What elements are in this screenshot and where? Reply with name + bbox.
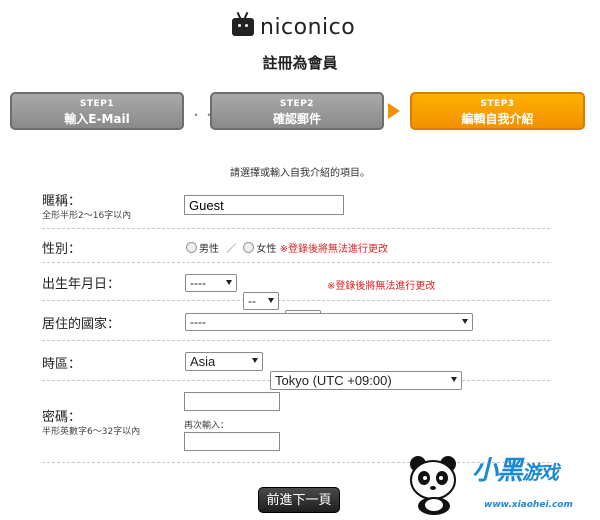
password-input[interactable] xyxy=(184,392,280,411)
birthday-warning: ※登錄後將無法進行更改 xyxy=(327,281,436,292)
page-title: 註冊為會員 xyxy=(262,54,338,72)
nickname-input[interactable] xyxy=(184,195,344,215)
watermark-title-b: 游戏 xyxy=(522,462,559,484)
password-confirm-input[interactable] xyxy=(184,432,280,451)
next-page-button[interactable]: 前進下一頁 xyxy=(258,487,340,513)
tv-icon xyxy=(232,18,254,36)
timezone-row: 時區： Asia Tokyo (UTC +09:00) xyxy=(42,340,550,390)
password-note: 半形英數字6～32字以內 xyxy=(42,427,141,437)
country-row: 居住的國家： ---- xyxy=(42,300,550,341)
birthday-row: 出生年月日： ---- -- -- ※登錄後將無法進行更改 xyxy=(42,262,550,328)
password-confirm-label: 再次輸入： xyxy=(184,421,230,431)
nickname-note: 全形半形2～16字以內 xyxy=(42,211,132,221)
step-2: STEP2 確認郵件 xyxy=(210,92,384,130)
step-3: STEP3 編輯自我介紹 xyxy=(410,92,585,130)
country-value: ---- xyxy=(190,315,206,329)
gender-label: 性別： xyxy=(42,242,82,257)
panda-mascot-icon xyxy=(410,456,456,515)
country-label: 居住的國家： xyxy=(42,317,121,332)
step-2-number: STEP2 xyxy=(279,99,315,109)
birthday-label: 出生年月日： xyxy=(42,277,121,292)
country-select[interactable]: ---- xyxy=(185,313,473,331)
gender-row: 性別： 男性 ／ 女性 ※登錄後將無法進行更改 xyxy=(42,228,550,263)
watermark-title-a: 小黑 xyxy=(472,456,523,486)
step-progress: STEP1 輸入E-Mail ・・・ STEP2 確認郵件 STEP3 編輯自我… xyxy=(10,92,588,132)
watermark-url: www.xiaohei.com xyxy=(484,500,573,510)
step-2-label: 確認郵件 xyxy=(272,112,321,126)
gender-warning: ※登錄後將無法進行更改 xyxy=(279,244,388,255)
birth-year-select[interactable]: ---- xyxy=(185,274,237,292)
timezone-label: 時區： xyxy=(42,357,82,372)
site-watermark: 小黑游戏 www.xiaohei.com xyxy=(404,446,600,520)
step-1-label: 輸入E-Mail xyxy=(64,112,130,126)
step-3-label: 編輯自我介紹 xyxy=(461,112,534,126)
timezone-region-select[interactable]: Asia xyxy=(185,352,263,371)
logo-wordmark: niconico xyxy=(260,14,356,40)
form-instruction: 請選擇或輸入自我介紹的項目。 xyxy=(230,168,370,179)
chevron-down-icon xyxy=(252,358,258,363)
chevron-down-icon xyxy=(226,280,232,285)
step-3-number: STEP3 xyxy=(480,99,515,109)
watermark-title: 小黑游戏 xyxy=(472,450,559,487)
step-1-number: STEP1 xyxy=(79,99,115,109)
step-arrow-icon xyxy=(388,103,400,119)
gender-divider: ／ xyxy=(226,244,237,255)
niconico-logo[interactable]: niconico xyxy=(232,14,355,40)
gender-male-radio[interactable] xyxy=(186,242,197,253)
gender-options: 男性 ／ 女性 ※登錄後將無法進行更改 xyxy=(186,240,388,255)
nickname-row: 暱稱： 全形半形2～16字以內 xyxy=(42,186,550,229)
nickname-label: 暱稱： xyxy=(42,194,82,209)
gender-female-radio[interactable] xyxy=(243,242,255,253)
step-1: STEP1 輸入E-Mail xyxy=(10,92,184,130)
gender-male-label[interactable]: 男性 xyxy=(199,244,219,255)
timezone-region-value: Asia xyxy=(190,354,216,369)
password-label: 密碼： xyxy=(42,410,82,425)
birth-year-value: ---- xyxy=(190,276,206,290)
gender-female-label[interactable]: 女性 xyxy=(256,244,276,255)
chevron-down-icon xyxy=(462,319,468,324)
